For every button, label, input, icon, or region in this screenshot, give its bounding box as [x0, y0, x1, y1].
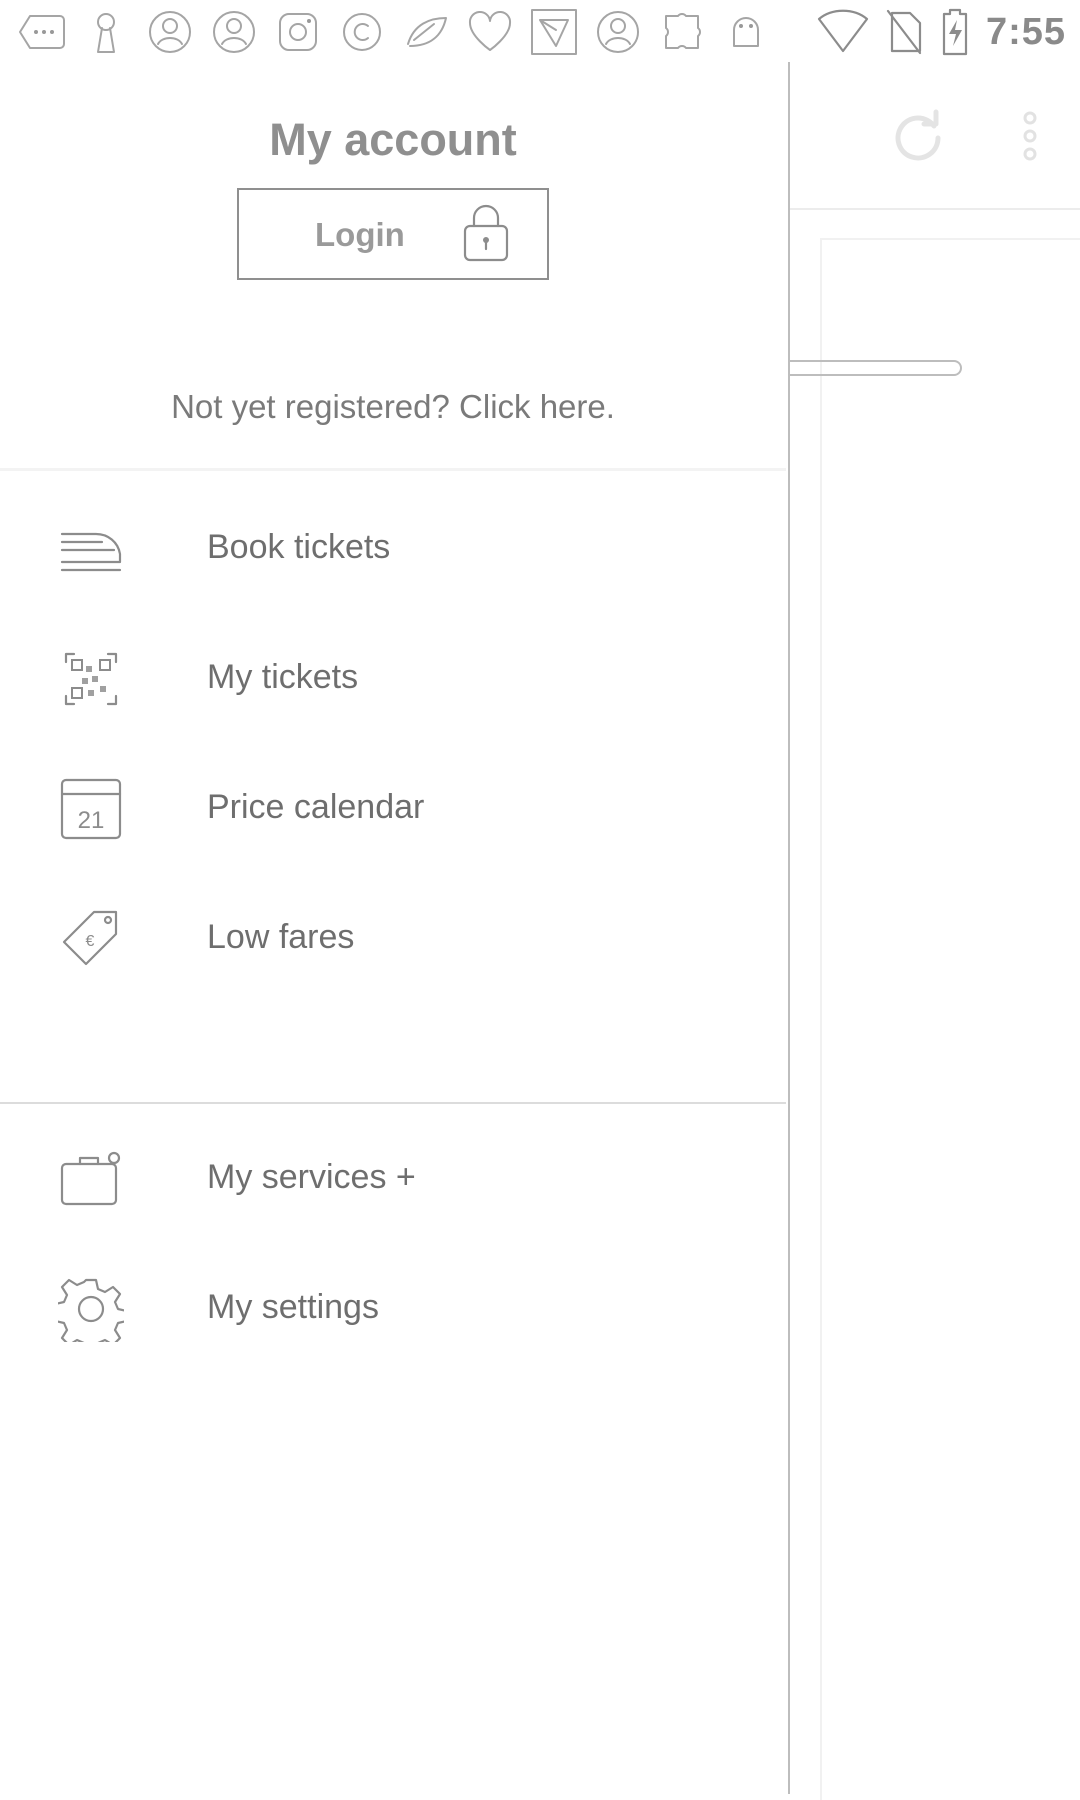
register-link[interactable]: Not yet registered? Click here. — [0, 388, 786, 426]
person-circle-icon — [149, 11, 191, 53]
navigation-drawer: My account Login Not yet registered? Cli… — [0, 62, 790, 1794]
overflow-menu-icon[interactable] — [1010, 106, 1050, 166]
menu-item-price-calendar[interactable]: 21 Price calendar — [0, 744, 786, 874]
currency-symbol: € — [86, 933, 95, 950]
puzzle-icon — [665, 13, 701, 49]
menu-label: My tickets — [207, 658, 359, 696]
menu-item-low-fares[interactable]: € Low fares — [0, 874, 786, 1004]
status-time: 7:55 — [985, 10, 1066, 53]
battery-charging-icon — [942, 8, 968, 56]
refresh-icon[interactable] — [888, 106, 948, 166]
app-toolbar — [790, 62, 1080, 210]
account-header: My account Login Not yet registered? Cli… — [0, 62, 786, 471]
copyright-icon — [343, 13, 381, 51]
send-icon — [531, 9, 577, 55]
notification-icons — [16, 6, 772, 58]
background-app — [790, 62, 1080, 1800]
calendar-icon: 21 — [60, 778, 122, 840]
calendar-day: 21 — [78, 807, 105, 834]
more-horizontal-icon — [19, 15, 65, 49]
account-title: My account — [269, 114, 517, 165]
price-tag-icon: € — [62, 910, 118, 966]
wifi-icon — [817, 9, 869, 53]
menu-label: My settings — [207, 1288, 379, 1326]
person-circle-icon — [213, 11, 255, 53]
login-button[interactable]: Login — [237, 188, 549, 280]
system-status-icons: 7:55 — [816, 6, 1066, 58]
login-label: Login — [315, 216, 405, 253]
android-icon — [733, 17, 759, 47]
lock-icon — [463, 204, 509, 262]
train-icon — [60, 532, 122, 572]
menu-label: Price calendar — [207, 788, 425, 826]
leaf-icon — [407, 17, 447, 47]
menu-label: Book tickets — [207, 528, 391, 566]
instagram-icon — [279, 13, 317, 51]
input-line[interactable] — [790, 360, 962, 376]
content-card — [820, 238, 1080, 1800]
qr-code-icon — [64, 652, 118, 706]
menu-item-book-tickets[interactable]: Book tickets — [0, 484, 786, 614]
status-bar: 7:55 — [0, 0, 1080, 62]
menu-item-my-settings[interactable]: My settings — [0, 1244, 786, 1374]
menu-item-my-tickets[interactable]: My tickets — [0, 614, 786, 744]
heart-icon — [468, 11, 512, 51]
section-divider — [0, 1102, 786, 1104]
no-sim-icon — [886, 9, 922, 55]
menu-item-my-services[interactable]: My services + — [0, 1114, 786, 1244]
gear-icon — [58, 1278, 124, 1342]
keyhole-icon — [97, 13, 115, 53]
menu-label: Low fares — [207, 918, 355, 956]
person-circle-icon — [597, 11, 639, 53]
briefcase-plus-icon — [60, 1151, 121, 1206]
menu-label: My services + — [207, 1158, 416, 1196]
header-divider — [0, 468, 786, 471]
